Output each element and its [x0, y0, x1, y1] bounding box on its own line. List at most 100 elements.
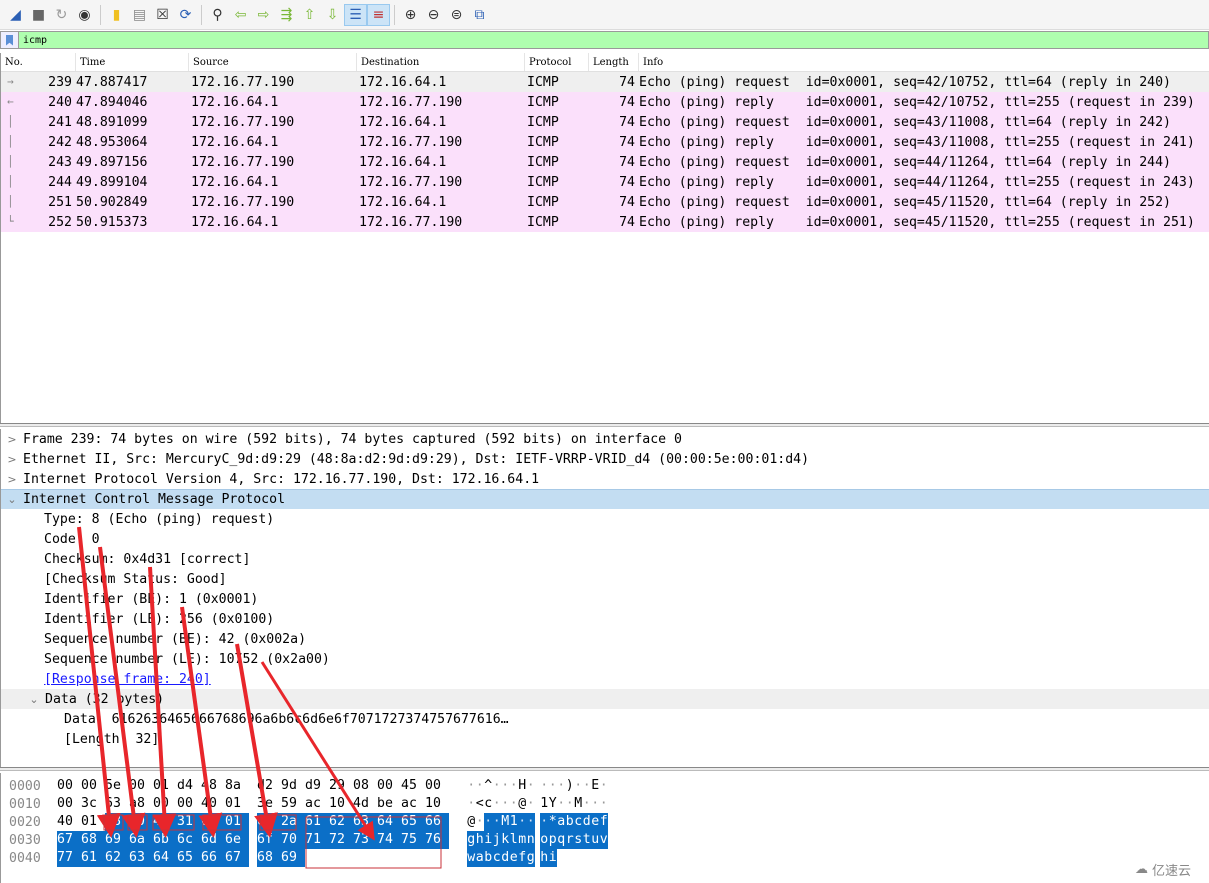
- hex-byte[interactable]: 75: [401, 831, 425, 849]
- ascii-char[interactable]: p: [548, 831, 557, 849]
- column-header-no[interactable]: No.: [1, 53, 76, 71]
- hex-byte[interactable]: 40: [57, 813, 81, 831]
- hex-byte[interactable]: 00: [257, 813, 281, 831]
- hex-byte[interactable]: 64: [377, 813, 401, 831]
- ascii-char[interactable]: i: [484, 831, 493, 849]
- ascii-char[interactable]: ·: [600, 777, 609, 795]
- hex-byte[interactable]: 8a: [225, 777, 249, 795]
- hex-byte[interactable]: 48: [201, 777, 225, 795]
- go-last-packet-button[interactable]: ⇩: [321, 4, 344, 26]
- auto-scroll-button[interactable]: ☰: [344, 3, 367, 26]
- collapse-arrow-icon[interactable]: ⌄: [23, 693, 45, 706]
- hex-byte[interactable]: 6f: [257, 831, 281, 849]
- tree-field-length[interactable]: [Length: 32]: [1, 729, 1209, 749]
- ascii-char[interactable]: b: [565, 813, 574, 831]
- hex-byte[interactable]: 71: [305, 831, 329, 849]
- ascii-char[interactable]: j: [492, 831, 501, 849]
- hex-byte[interactable]: 40: [201, 795, 225, 813]
- ascii-char[interactable]: g: [526, 849, 535, 867]
- normal-size-button[interactable]: ⊜: [445, 4, 468, 26]
- hex-byte[interactable]: 2a: [281, 813, 305, 831]
- hex-byte[interactable]: 45: [401, 777, 425, 795]
- ascii-char[interactable]: ·: [467, 795, 476, 813]
- hex-byte[interactable]: 00: [425, 777, 449, 795]
- tree-node-frame[interactable]: > Frame 239: 74 bytes on wire (592 bits)…: [1, 429, 1209, 449]
- hex-byte[interactable]: 01: [225, 813, 249, 831]
- ascii-char[interactable]: c: [484, 795, 493, 813]
- hex-byte[interactable]: 59: [281, 795, 305, 813]
- column-header-time[interactable]: Time: [76, 53, 189, 71]
- ascii-char[interactable]: u: [591, 831, 600, 849]
- ascii-char[interactable]: f: [518, 849, 527, 867]
- ascii-char[interactable]: 1: [509, 813, 518, 831]
- column-header-source[interactable]: Source: [189, 53, 357, 71]
- tree-field[interactable]: Checksum: 0x4d31 [correct]: [1, 549, 1209, 569]
- expand-arrow-icon[interactable]: >: [1, 433, 23, 446]
- hex-byte[interactable]: ac: [401, 795, 425, 813]
- packet-row[interactable]: │ 242 48.953064 172.16.64.1 172.16.77.190 ICM…: [1, 132, 1209, 152]
- colorize-button[interactable]: ≡: [367, 3, 390, 26]
- hex-byte[interactable]: ac: [305, 795, 329, 813]
- packet-row[interactable]: → 239 47.887417 172.16.77.190 172.16.64.1 ICM…: [1, 72, 1209, 92]
- go-first-packet-button[interactable]: ⇧: [298, 4, 321, 26]
- ascii-char[interactable]: ·: [484, 813, 493, 831]
- hex-byte[interactable]: 00: [57, 777, 81, 795]
- ascii-char[interactable]: c: [492, 849, 501, 867]
- hex-byte[interactable]: 10: [425, 795, 449, 813]
- hex-byte[interactable]: 76: [425, 831, 449, 849]
- tree-field[interactable]: Code: 0: [1, 529, 1209, 549]
- hex-byte[interactable]: 70: [281, 831, 305, 849]
- hex-byte[interactable]: 29: [329, 777, 353, 795]
- ascii-char[interactable]: Y: [549, 795, 558, 813]
- hex-byte[interactable]: 64: [153, 849, 177, 867]
- tree-node-data[interactable]: ⌄ Data (32 bytes): [1, 689, 1209, 709]
- hex-byte[interactable]: 31: [177, 813, 201, 831]
- hex-byte[interactable]: 00: [177, 795, 201, 813]
- hex-byte[interactable]: 73: [353, 831, 377, 849]
- ascii-char[interactable]: ·: [526, 813, 535, 831]
- go-to-packet-button[interactable]: ⇶: [275, 4, 298, 26]
- ascii-char[interactable]: ·: [501, 795, 510, 813]
- ascii-char[interactable]: l: [509, 831, 518, 849]
- ascii-char[interactable]: i: [548, 849, 557, 867]
- ascii-char[interactable]: M: [501, 813, 510, 831]
- ascii-char[interactable]: ·: [557, 795, 566, 813]
- hex-byte[interactable]: 63: [105, 795, 129, 813]
- close-file-button[interactable]: ☒: [151, 4, 174, 26]
- ascii-char[interactable]: H: [518, 777, 527, 795]
- ascii-char[interactable]: ·: [493, 795, 502, 813]
- ascii-char[interactable]: 1: [540, 795, 549, 813]
- ascii-char[interactable]: ·: [527, 777, 536, 795]
- packet-row[interactable]: │ 251 50.902849 172.16.77.190 172.16.64.1 ICM…: [1, 192, 1209, 212]
- ascii-char[interactable]: e: [509, 849, 518, 867]
- find-packet-button[interactable]: ⚲: [206, 4, 229, 26]
- column-header-destination[interactable]: Destination: [357, 53, 525, 71]
- hex-byte[interactable]: 66: [425, 813, 449, 831]
- collapse-arrow-icon[interactable]: ⌄: [1, 493, 23, 506]
- ascii-char[interactable]: ·: [476, 777, 485, 795]
- hex-byte[interactable]: 63: [353, 813, 377, 831]
- hex-byte[interactable]: 61: [305, 813, 329, 831]
- hex-byte[interactable]: 01: [153, 777, 177, 795]
- start-capture-button[interactable]: ◢: [4, 4, 27, 26]
- ascii-char[interactable]: q: [557, 831, 566, 849]
- capture-options-button[interactable]: ◉: [73, 4, 96, 26]
- ascii-char[interactable]: o: [540, 831, 549, 849]
- hex-byte[interactable]: 3e: [257, 795, 281, 813]
- ascii-char[interactable]: ·: [492, 813, 501, 831]
- ascii-char[interactable]: a: [557, 813, 566, 831]
- ascii-char[interactable]: ·: [574, 777, 583, 795]
- ascii-char[interactable]: ·: [591, 795, 600, 813]
- go-forward-button[interactable]: ⇨: [252, 4, 275, 26]
- hex-byte[interactable]: 6a: [129, 831, 153, 849]
- ascii-char[interactable]: w: [467, 849, 476, 867]
- ascii-char[interactable]: <: [476, 795, 485, 813]
- column-header-info[interactable]: Info: [639, 53, 1209, 71]
- filter-bookmark-button[interactable]: [1, 32, 19, 48]
- hex-byte[interactable]: 77: [57, 849, 81, 867]
- ascii-char[interactable]: r: [565, 831, 574, 849]
- hex-byte[interactable]: 10: [329, 795, 353, 813]
- ascii-char[interactable]: m: [518, 831, 527, 849]
- ascii-char[interactable]: g: [467, 831, 476, 849]
- hex-byte[interactable]: 4d: [353, 795, 377, 813]
